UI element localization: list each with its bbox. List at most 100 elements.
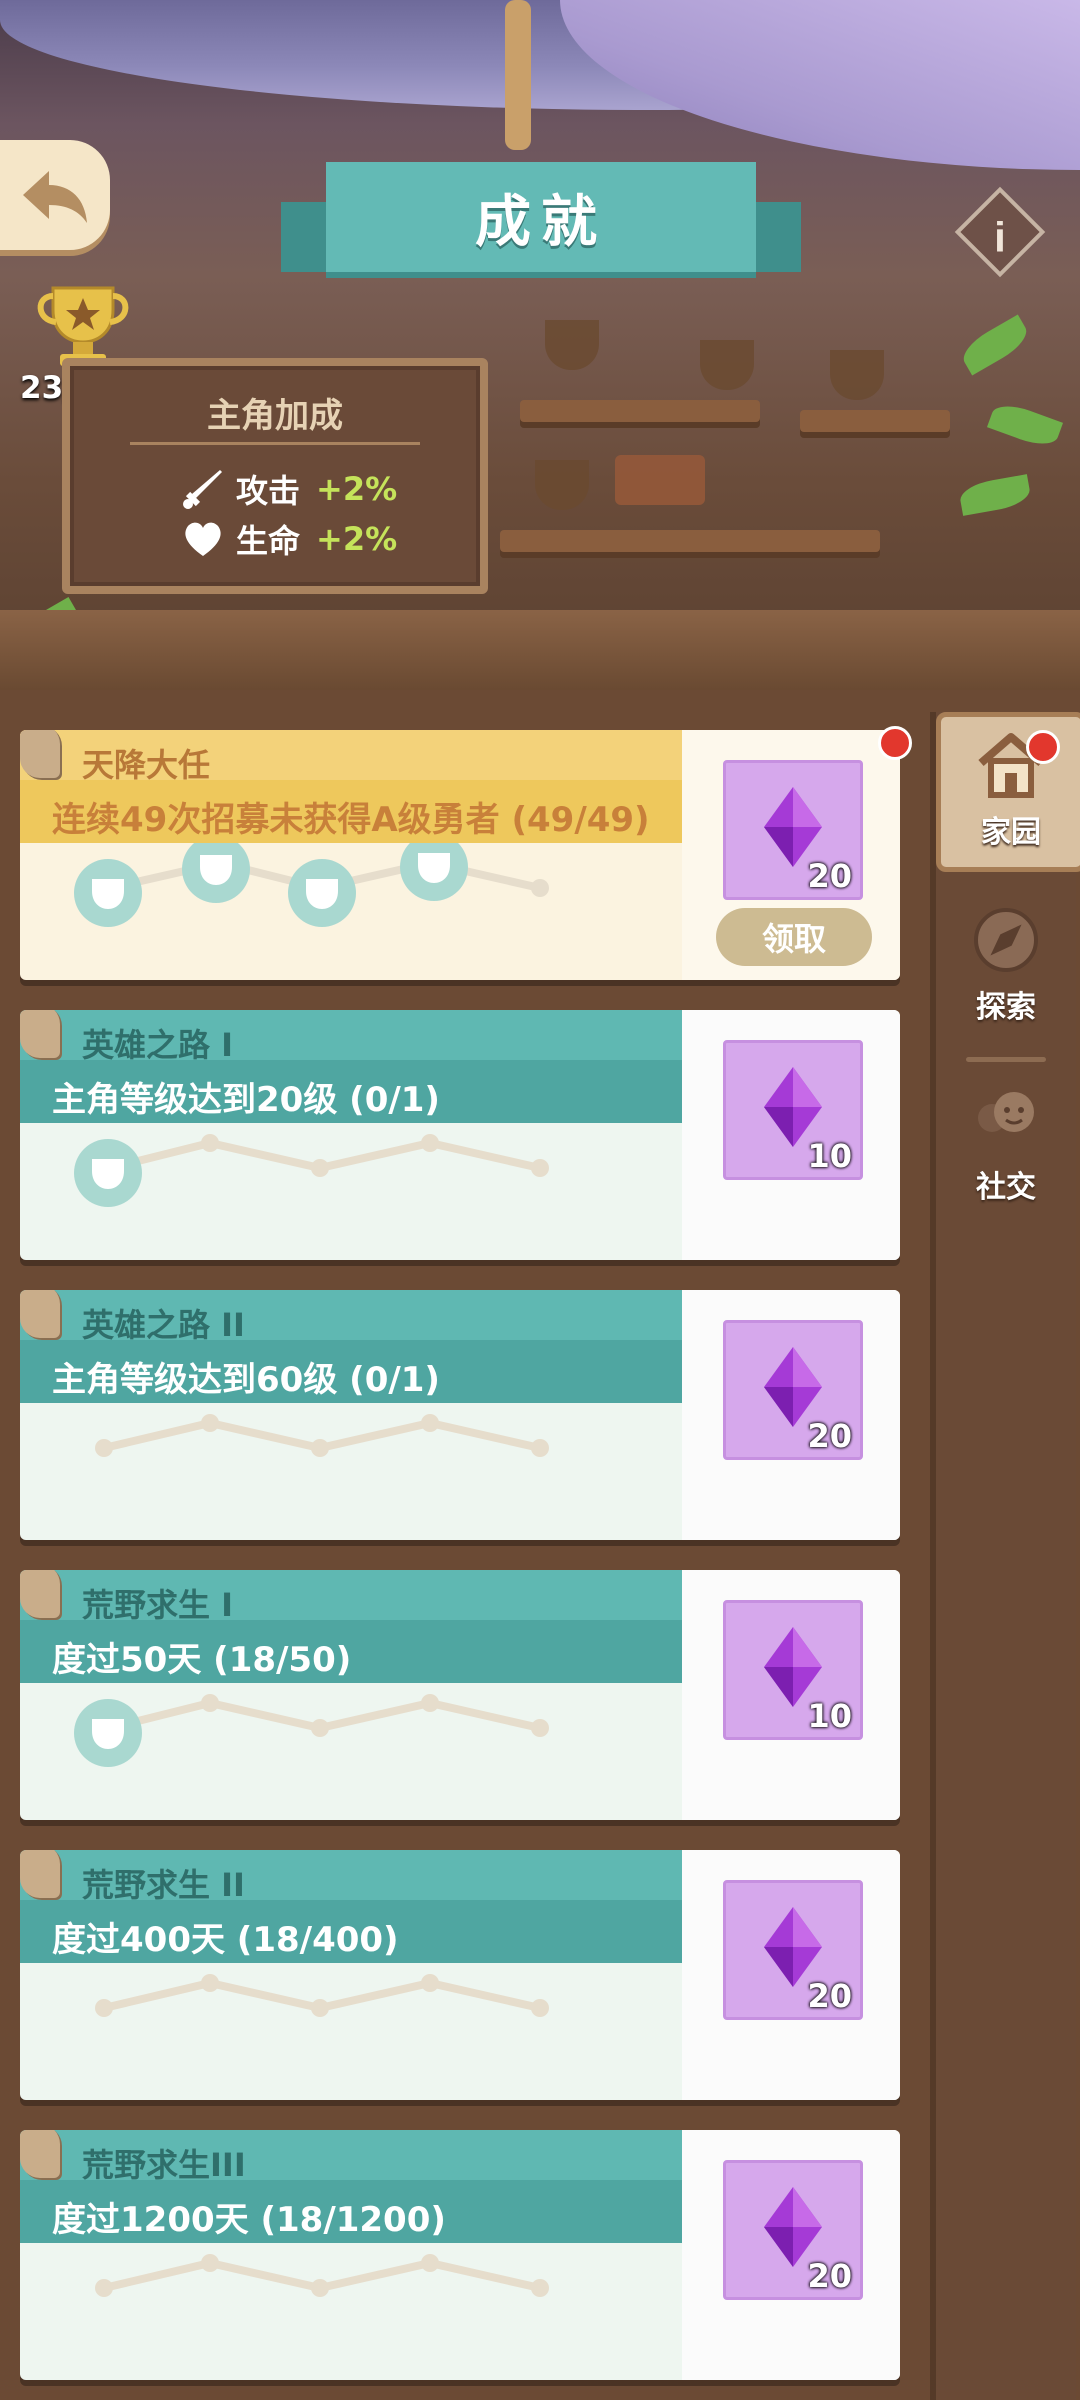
leaf-decoration bbox=[957, 314, 1033, 376]
sword-icon bbox=[183, 470, 222, 509]
achievement-name: 英雄之路 I bbox=[82, 1026, 234, 1064]
trophy-decoration bbox=[830, 350, 884, 400]
achievement-card: 荒野求生III 度过1200天 (18/1200) 20 bbox=[20, 2130, 900, 2380]
back-button[interactable] bbox=[0, 140, 110, 250]
achievement-name: 荒野求生 I bbox=[82, 1586, 234, 1624]
scroll-icon bbox=[20, 2130, 60, 2178]
title-box: 成就 bbox=[326, 162, 756, 272]
reward-count: 20 bbox=[807, 2257, 852, 2295]
reward-gem: 10 bbox=[723, 1040, 863, 1180]
rope bbox=[505, 0, 531, 150]
achievement-name: 天降大任 bbox=[82, 746, 211, 784]
trophy-milestone-icon bbox=[182, 843, 250, 903]
leaf-decoration bbox=[986, 398, 1064, 452]
scroll-icon bbox=[20, 1010, 60, 1058]
bonus-row-hp: 生命 +2% bbox=[180, 516, 397, 562]
bonus-panel: 主角加成 攻击 +2% 生命 +2% bbox=[62, 358, 488, 594]
reward-count: 10 bbox=[807, 1137, 852, 1175]
divider bbox=[130, 442, 420, 445]
progress-track bbox=[74, 843, 549, 927]
trophy-milestone-icon bbox=[74, 1699, 142, 1767]
scroll-icon bbox=[20, 1290, 60, 1338]
gem-icon bbox=[764, 1347, 822, 1427]
achievement-list[interactable]: 天降大任 连续49次招募未获得A级勇者 (49/49) 20 领取 英雄之路 I… bbox=[0, 690, 1080, 2400]
progress-track bbox=[74, 1694, 549, 1767]
bonus-value: +2% bbox=[316, 520, 398, 558]
reward-gem: 10 bbox=[723, 1600, 863, 1740]
people-icon bbox=[978, 1092, 1034, 1132]
bonus-title: 主角加成 bbox=[207, 396, 343, 436]
progress-track bbox=[74, 1134, 549, 1207]
gem-icon bbox=[764, 1627, 822, 1707]
achievement-desc: 度过400天 (18/400) bbox=[52, 1920, 399, 1960]
trophy-milestone-icon bbox=[400, 843, 468, 901]
progress-track bbox=[95, 1414, 549, 1457]
sidebar: 家园 探索 社交 bbox=[930, 712, 1080, 2400]
reward-gem: 20 bbox=[723, 760, 863, 900]
reward-count: 10 bbox=[807, 1697, 852, 1735]
achievement-card: 荒野求生 I 度过50天 (18/50) 10 bbox=[20, 1570, 900, 1820]
back-arrow-icon bbox=[23, 171, 87, 223]
scroll-icon bbox=[20, 1570, 60, 1618]
trophy-decoration bbox=[545, 320, 599, 370]
achievement-card: 英雄之路 II 主角等级达到60级 (0/1) 20 bbox=[20, 1290, 900, 1540]
divider bbox=[966, 1057, 1046, 1062]
curtain-right bbox=[560, 0, 1080, 170]
floor bbox=[0, 610, 1080, 690]
tab-label: 家园 bbox=[981, 815, 1041, 850]
trophy-milestone-icon bbox=[74, 859, 142, 927]
gem-icon bbox=[764, 787, 822, 867]
reward-gem: 20 bbox=[723, 1880, 863, 2020]
reward-count: 20 bbox=[807, 1417, 852, 1455]
info-icon: i bbox=[994, 213, 1006, 261]
chest-decoration bbox=[615, 455, 705, 505]
achievement-desc: 度过50天 (18/50) bbox=[52, 1640, 352, 1680]
reward-gem: 20 bbox=[723, 1320, 863, 1460]
scroll-icon bbox=[20, 730, 60, 778]
tab-label: 社交 bbox=[976, 1170, 1036, 1205]
achievement-desc: 主角等级达到60级 (0/1) bbox=[52, 1360, 440, 1400]
shelf bbox=[800, 410, 950, 432]
trophy-icon bbox=[37, 286, 129, 366]
scroll-icon bbox=[20, 1850, 60, 1898]
achievement-card: 天降大任 连续49次招募未获得A级勇者 (49/49) 20 领取 bbox=[20, 730, 900, 980]
reward-count: 20 bbox=[807, 1977, 852, 2015]
gem-icon bbox=[764, 1907, 822, 1987]
page-title: 成就 bbox=[475, 189, 607, 255]
trophy-decoration bbox=[535, 460, 589, 510]
achievement-name: 英雄之路 II bbox=[82, 1306, 245, 1344]
shelf bbox=[520, 400, 760, 422]
leaf-decoration bbox=[957, 474, 1033, 516]
achievement-card: 荒野求生 II 度过400天 (18/400) 20 bbox=[20, 1850, 900, 2100]
notification-dot bbox=[1026, 730, 1060, 764]
trophy-decoration bbox=[700, 340, 754, 390]
gem-icon bbox=[764, 1067, 822, 1147]
bonus-value: +2% bbox=[316, 470, 398, 508]
achievement-name: 荒野求生III bbox=[82, 2146, 246, 2184]
claim-button[interactable]: 领取 bbox=[716, 908, 872, 966]
shelf bbox=[500, 530, 880, 552]
trophy-milestone-icon bbox=[288, 859, 356, 927]
reward-count: 20 bbox=[807, 857, 852, 895]
tab-social[interactable]: 社交 bbox=[936, 1072, 1076, 1222]
bonus-row-attack: 攻击 +2% bbox=[180, 466, 397, 512]
progress-track bbox=[95, 1974, 549, 2017]
compass-icon bbox=[974, 908, 1038, 972]
achievement-name: 荒野求生 II bbox=[82, 1866, 245, 1904]
heart-icon bbox=[185, 522, 221, 556]
achievement-card: 英雄之路 I 主角等级达到20级 (0/1) 10 bbox=[20, 1010, 900, 1260]
bonus-label: 生命 bbox=[236, 522, 301, 560]
gem-icon bbox=[764, 2187, 822, 2267]
progress-track bbox=[95, 2254, 549, 2297]
tab-home[interactable]: 家园 bbox=[936, 712, 1080, 872]
trophy-milestone-icon bbox=[74, 1139, 142, 1207]
tab-explore[interactable]: 探索 bbox=[936, 892, 1076, 1042]
bonus-label: 攻击 bbox=[236, 472, 301, 510]
achievement-desc: 主角等级达到20级 (0/1) bbox=[52, 1080, 440, 1120]
title-banner: 成就 bbox=[281, 162, 801, 282]
tab-label: 探索 bbox=[976, 990, 1036, 1025]
achievement-desc: 度过1200天 (18/1200) bbox=[52, 2200, 446, 2240]
reward-gem: 20 bbox=[723, 2160, 863, 2300]
notification-dot bbox=[878, 726, 912, 760]
achievement-desc: 连续49次招募未获得A级勇者 (49/49) bbox=[52, 800, 650, 840]
